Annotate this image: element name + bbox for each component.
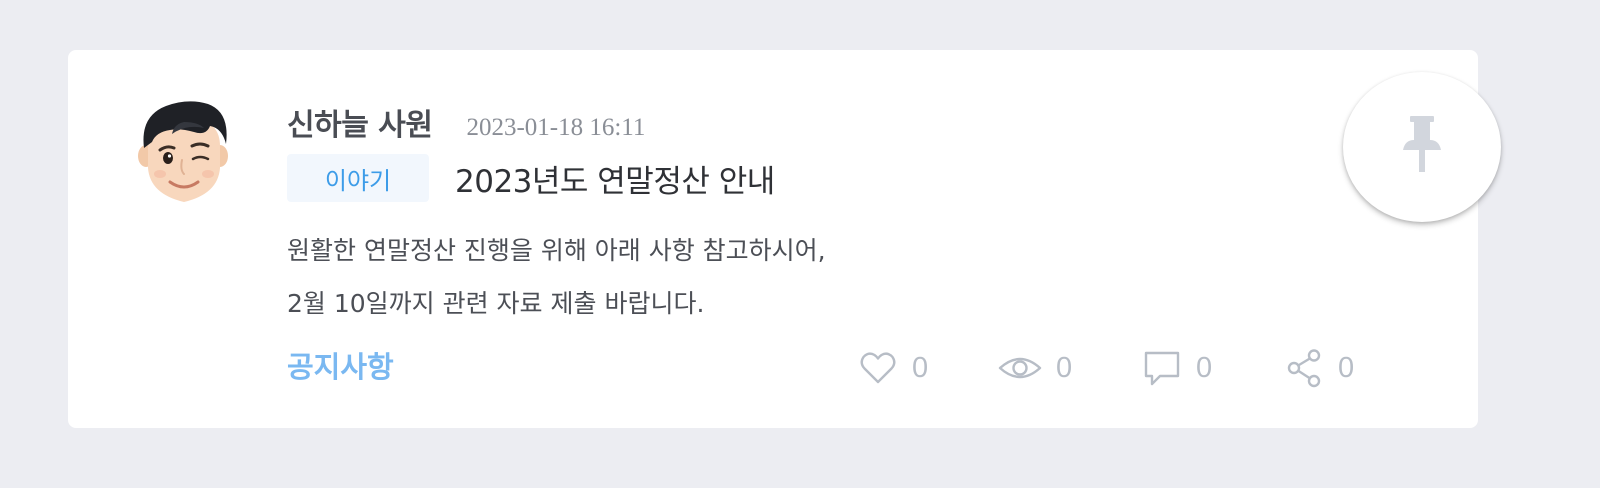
post-stats: 0 0 0 0 bbox=[68, 348, 1478, 392]
post-body-line: 원활한 연말정산 진행을 위해 아래 사항 참고하시어, bbox=[287, 236, 826, 265]
avatar bbox=[136, 98, 232, 208]
view-count: 0 bbox=[1056, 351, 1073, 384]
tag-badge[interactable]: 이야기 bbox=[287, 154, 429, 202]
comment-button[interactable]: 0 bbox=[1142, 348, 1212, 388]
pin-icon bbox=[1400, 114, 1444, 180]
pin-button[interactable] bbox=[1343, 72, 1501, 222]
eye-icon bbox=[998, 348, 1042, 388]
share-icon bbox=[1284, 348, 1324, 388]
post-date: 2023-01-18 16:11 bbox=[466, 114, 646, 141]
post-body: 원활한 연말정산 진행을 위해 아래 사항 참고하시어, 2월 10일까지 관련… bbox=[287, 224, 826, 330]
like-count: 0 bbox=[912, 351, 929, 384]
author-name[interactable]: 신하늘 사원 bbox=[287, 100, 433, 144]
title-row: 이야기 2023년도 연말정산 안내 bbox=[287, 154, 775, 202]
heart-icon bbox=[858, 348, 898, 388]
post-body-line: 2월 10일까지 관련 자료 제출 바랍니다. bbox=[287, 289, 705, 318]
comment-icon bbox=[1142, 348, 1182, 388]
views-stat: 0 bbox=[998, 348, 1072, 388]
share-button[interactable]: 0 bbox=[1284, 348, 1354, 388]
like-button[interactable]: 0 bbox=[858, 348, 928, 388]
author-row: 신하늘 사원 2023-01-18 16:11 bbox=[287, 100, 645, 144]
comment-count: 0 bbox=[1196, 351, 1213, 384]
post-title[interactable]: 2023년도 연말정산 안내 bbox=[455, 156, 775, 201]
post-card[interactable]: 신하늘 사원 2023-01-18 16:11 이야기 2023년도 연말정산 … bbox=[68, 50, 1478, 428]
share-count: 0 bbox=[1338, 351, 1355, 384]
